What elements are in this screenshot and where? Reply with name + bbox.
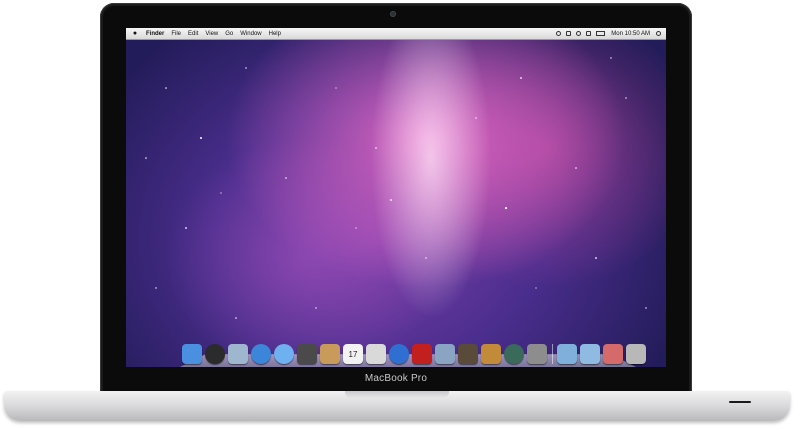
documents-folder-icon[interactable] (580, 344, 600, 364)
preview-icon[interactable] (366, 344, 386, 364)
menu-help[interactable]: Help (269, 31, 281, 37)
downloads-stack-icon[interactable] (603, 344, 623, 364)
menu-edit[interactable]: Edit (188, 31, 198, 37)
spotlight-search-icon[interactable] (656, 31, 661, 36)
finder-icon[interactable] (182, 344, 202, 364)
address-book-icon[interactable] (320, 344, 340, 364)
dashboard-icon[interactable] (205, 344, 225, 364)
camera-icon (390, 11, 396, 17)
apple-logo-icon[interactable]: ● (131, 30, 139, 37)
volume-icon[interactable] (586, 31, 592, 36)
laptop-lid: ● Finder File Edit View Go Window Help M… (100, 3, 692, 395)
menu-window[interactable]: Window (240, 31, 261, 37)
itunes-icon[interactable] (389, 344, 409, 364)
bluetooth-icon[interactable] (566, 31, 572, 36)
menu-view[interactable]: View (205, 31, 218, 37)
dock: 17 (182, 340, 649, 364)
imovie-icon[interactable] (458, 344, 478, 364)
menu-bar: ● Finder File Edit View Go Window Help M… (126, 28, 666, 40)
time-machine-icon[interactable] (556, 31, 562, 36)
brand-label: MacBook Pro (364, 373, 428, 384)
applications-folder-icon[interactable] (557, 344, 577, 364)
lid-opening-notch (345, 391, 449, 398)
status-area: Mon 10:50 AM (551, 31, 661, 37)
mail-icon[interactable] (228, 344, 248, 364)
menu-go[interactable]: Go (225, 31, 233, 37)
laptop-base (4, 391, 790, 421)
menu-finder[interactable]: Finder (146, 31, 164, 37)
garageband-icon[interactable] (481, 344, 501, 364)
wallpaper-stars (145, 57, 647, 319)
trash-icon[interactable] (626, 344, 646, 364)
dock-separator (552, 344, 553, 364)
wifi-icon[interactable] (576, 31, 582, 36)
menubar-clock[interactable]: Mon 10:50 AM (611, 31, 650, 37)
time-machine-icon[interactable] (504, 344, 524, 364)
ichat-icon[interactable] (274, 344, 294, 364)
ical-icon[interactable]: 17 (343, 344, 363, 364)
facetime-icon[interactable] (297, 344, 317, 364)
system-preferences-icon[interactable] (527, 344, 547, 364)
menu-file[interactable]: File (171, 31, 181, 37)
battery-icon[interactable] (596, 31, 606, 36)
desktop-screen: ● Finder File Edit View Go Window Help M… (126, 28, 666, 367)
sleep-indicator-light (729, 401, 751, 403)
photo-booth-icon[interactable] (412, 344, 432, 364)
iphoto-icon[interactable] (435, 344, 455, 364)
safari-icon[interactable] (251, 344, 271, 364)
